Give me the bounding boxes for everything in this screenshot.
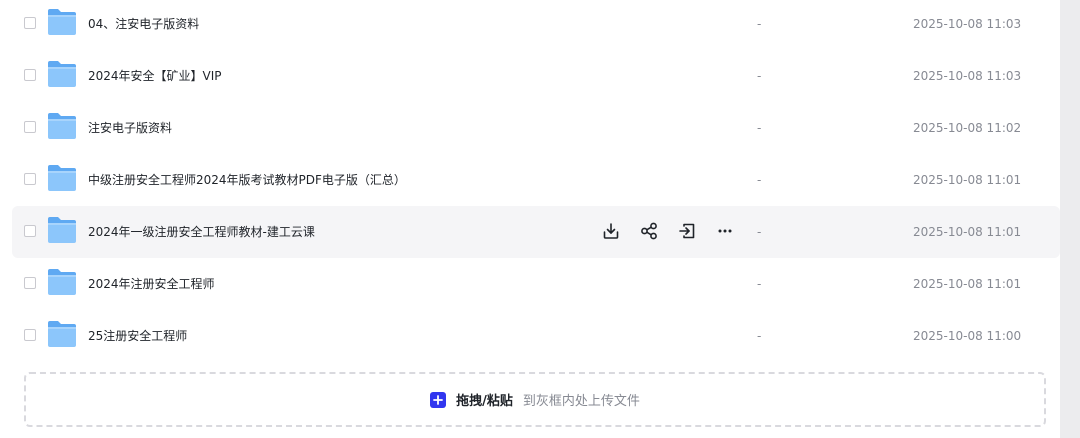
file-size: - — [757, 69, 762, 83]
file-size: - — [757, 329, 762, 343]
table-row[interactable]: 中级注册安全工程师2024年版考试教材PDF电子版（汇总） - 2025-10-… — [12, 154, 1060, 206]
file-size: - — [757, 17, 762, 31]
more-icon[interactable] — [714, 220, 736, 242]
share-icon[interactable] — [638, 220, 660, 242]
table-row[interactable]: 25注册安全工程师 - 2025-10-08 11:00 — [12, 310, 1060, 362]
folder-icon — [47, 112, 77, 140]
file-name[interactable]: 2024年注册安全工程师 — [88, 258, 215, 310]
upload-primary-text: 拖拽/粘贴 — [456, 394, 513, 409]
move-icon[interactable] — [676, 220, 698, 242]
file-date: 2025-10-08 11:02 — [913, 121, 1022, 135]
row-checkbox[interactable] — [24, 173, 36, 185]
row-checkbox[interactable] — [24, 121, 36, 133]
folder-icon — [47, 268, 77, 296]
row-checkbox[interactable] — [24, 225, 36, 237]
file-name[interactable]: 中级注册安全工程师2024年版考试教材PDF电子版（汇总） — [88, 154, 406, 206]
upload-hint-text: 到灰框内处上传文件 — [522, 394, 640, 409]
file-list: 04、注安电子版资料 - 2025-10-08 11:03 2024年安全【矿业… — [12, 0, 1060, 362]
folder-icon — [47, 320, 77, 348]
file-size: - — [757, 121, 762, 135]
file-date: 2025-10-08 11:00 — [913, 329, 1022, 343]
file-date: 2025-10-08 11:03 — [913, 17, 1022, 31]
folder-icon — [47, 8, 77, 36]
scrollbar[interactable] — [1060, 0, 1080, 438]
plus-icon — [430, 391, 447, 408]
folder-icon — [47, 216, 77, 244]
table-row[interactable]: 04、注安电子版资料 - 2025-10-08 11:03 — [12, 0, 1060, 50]
file-date: 2025-10-08 11:03 — [913, 69, 1022, 83]
file-size: - — [757, 173, 762, 187]
file-size: - — [757, 225, 762, 239]
row-checkbox[interactable] — [24, 17, 36, 29]
download-icon[interactable] — [600, 220, 622, 242]
table-row[interactable]: 注安电子版资料 - 2025-10-08 11:02 — [12, 102, 1060, 154]
table-row-hovered[interactable]: 2024年一级注册安全工程师教材-建工云课 - 2025-10-08 11:01 — [12, 206, 1060, 258]
upload-dropzone[interactable]: 拖拽/粘贴 到灰框内处上传文件 — [24, 372, 1046, 427]
file-size: - — [757, 277, 762, 291]
file-date: 2025-10-08 11:01 — [913, 173, 1022, 187]
table-row[interactable]: 2024年注册安全工程师 - 2025-10-08 11:01 — [12, 258, 1060, 310]
file-name[interactable]: 25注册安全工程师 — [88, 310, 187, 362]
row-actions — [600, 220, 736, 242]
file-date: 2025-10-08 11:01 — [913, 225, 1022, 239]
file-name[interactable]: 2024年安全【矿业】VIP — [88, 50, 222, 102]
file-date: 2025-10-08 11:01 — [913, 277, 1022, 291]
file-name[interactable]: 注安电子版资料 — [88, 102, 172, 154]
row-checkbox[interactable] — [24, 277, 36, 289]
file-name[interactable]: 2024年一级注册安全工程师教材-建工云课 — [88, 206, 315, 258]
file-name[interactable]: 04、注安电子版资料 — [88, 0, 199, 50]
file-list-page: 04、注安电子版资料 - 2025-10-08 11:03 2024年安全【矿业… — [0, 0, 1080, 438]
table-row[interactable]: 2024年安全【矿业】VIP - 2025-10-08 11:03 — [12, 50, 1060, 102]
folder-icon — [47, 164, 77, 192]
row-checkbox[interactable] — [24, 329, 36, 341]
row-checkbox[interactable] — [24, 69, 36, 81]
folder-icon — [47, 60, 77, 88]
